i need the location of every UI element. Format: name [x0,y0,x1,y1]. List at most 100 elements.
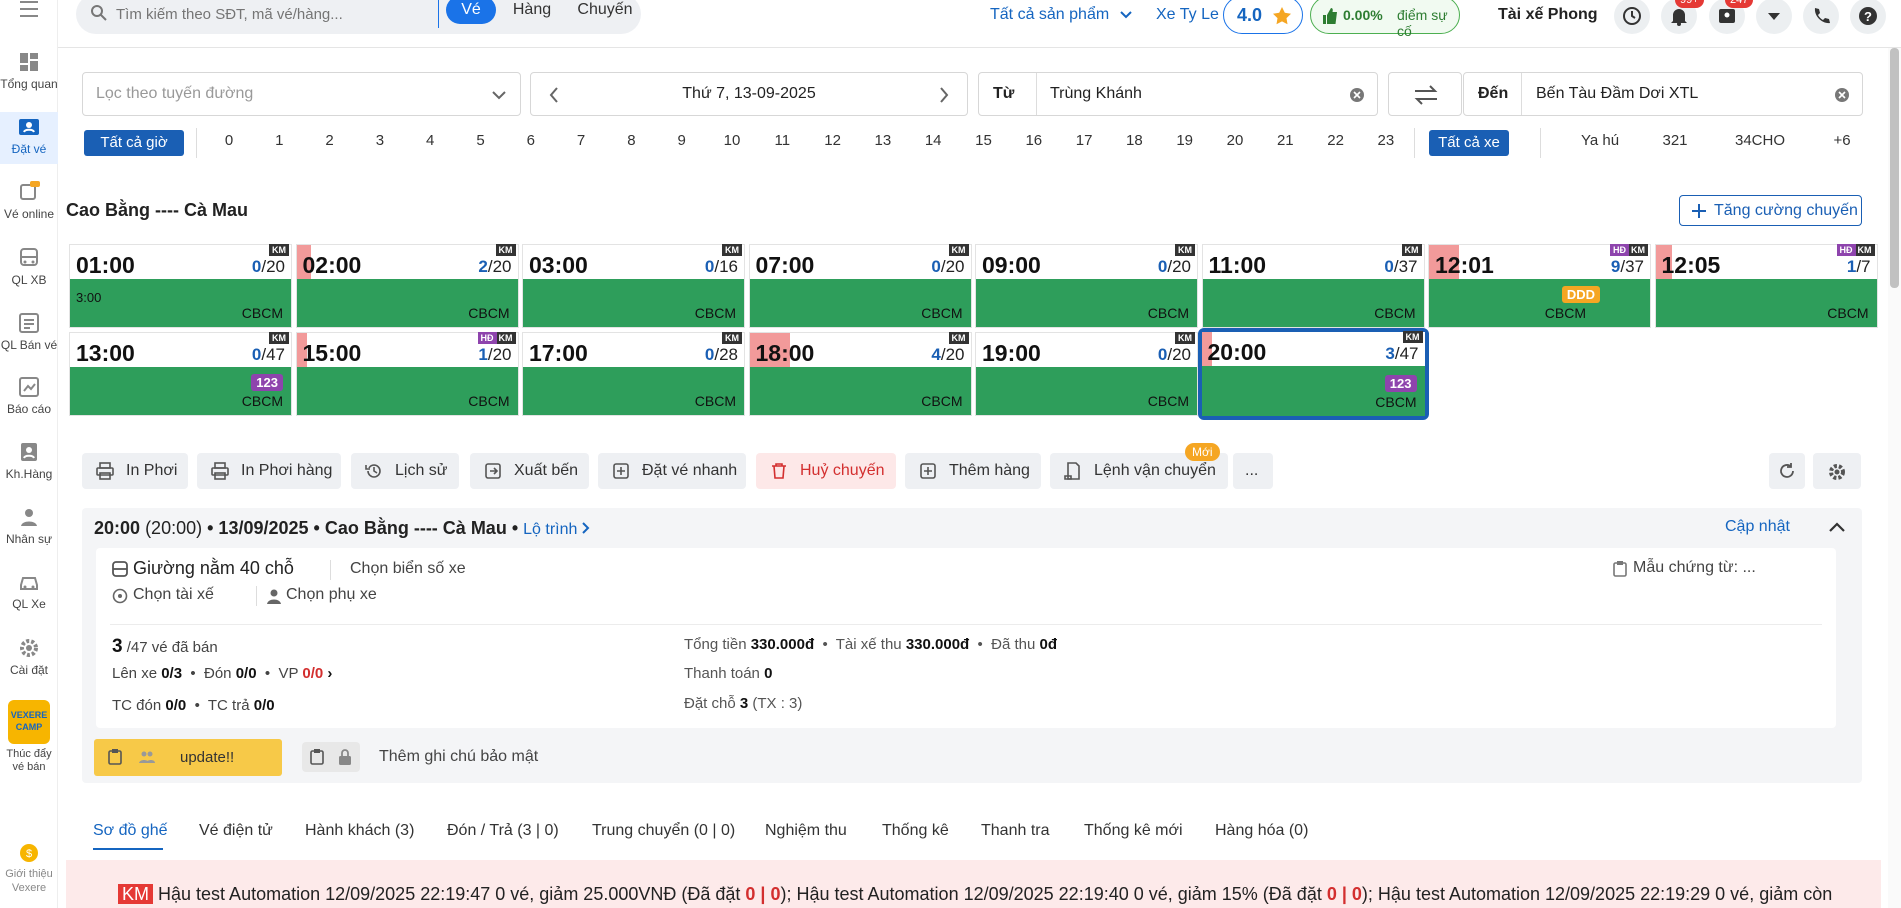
hour-filter-16[interactable]: 16 [1014,132,1054,149]
trip-card-1201[interactable]: KM HĐ 12:01 9/37 DDD CBCM [1428,244,1651,328]
user-name[interactable]: Tài xế Phong [1498,6,1598,24]
hour-filter-7[interactable]: 7 [561,132,601,149]
sidebar-item-customers[interactable]: Kh.Hàng [0,440,58,490]
refresh-button[interactable] [1769,453,1805,489]
tab-goods[interactable]: Hàng [504,0,560,24]
sidebar-item-staff[interactable]: Nhân sự [0,505,58,555]
choose-driver[interactable]: Chọn tài xế [133,586,214,604]
hour-filter-8[interactable]: 8 [611,132,651,149]
hour-filter-22[interactable]: 22 [1316,132,1356,149]
page-scrollbar[interactable] [1888,48,1901,908]
hour-filter-10[interactable]: 10 [712,132,752,149]
hour-filter-23[interactable]: 23 [1366,132,1406,149]
swap-stations-button[interactable] [1388,72,1462,116]
choose-plate[interactable]: Chọn biển số xe [350,560,466,578]
trip-card-1205[interactable]: KM HĐ 12:05 1/7 CBCM [1654,244,1878,328]
hour-filter-18[interactable]: 18 [1114,132,1154,149]
update-link[interactable]: Cập nhật [1725,518,1790,536]
trip-note[interactable]: update!! [94,739,282,776]
hour-filter-1[interactable]: 1 [259,132,299,149]
sidebar-item-reports[interactable]: Báo cáo [0,375,58,425]
search-input[interactable] [116,2,376,26]
trip-card-0900[interactable]: KM 09:00 0/20 CBCM [975,244,1198,328]
tab-2[interactable]: Hành khách (3) [305,822,414,840]
sidebar-item-vehicles[interactable]: QL Xe [0,570,58,620]
history-log-button[interactable]: Lịch sử [351,453,459,489]
messages-button[interactable]: 247 [1709,0,1754,34]
hour-filter-19[interactable]: 19 [1165,132,1205,149]
products-dropdown[interactable]: Tất cả sản phẩm [990,6,1132,24]
clear-icon[interactable] [1349,87,1365,103]
trip-card-1800[interactable]: KM 18:00 4/20 CBCM [748,332,972,416]
help-button[interactable]: ? [1850,0,1886,34]
settings-button[interactable] [1813,453,1861,489]
hour-filter-2[interactable]: 2 [310,132,350,149]
add-secure-note[interactable]: Thêm ghi chú bảo mật [379,748,538,766]
sidebar-item-booking[interactable]: Đặt vé [0,112,58,164]
trip-card-0100[interactable]: KM 01:00 0/20 3:00 CBCM [69,244,292,328]
tab-5[interactable]: Nghiệm thu [765,822,847,840]
tab-7[interactable]: Thanh tra [981,822,1049,840]
hour-filter-9[interactable]: 9 [662,132,702,149]
more-dropdown-button[interactable] [1756,0,1792,34]
choose-assistant[interactable]: Chọn phụ xe [286,586,377,604]
depart-station-button[interactable]: Xuất bến [470,453,589,489]
trip-card-1100[interactable]: KM 11:00 0/37 CBCM [1201,244,1425,328]
hour-filter-0[interactable]: 0 [209,132,249,149]
print-manifest-button[interactable]: In Phơi [82,453,188,489]
tab-0[interactable]: Sơ đồ ghế [93,822,168,840]
tab-trip[interactable]: Chuyến [570,0,640,24]
hour-filter-6[interactable]: 6 [511,132,551,149]
print-goods-manifest-button[interactable]: In Phơi hàng [197,453,341,489]
tab-1[interactable]: Vé điện tử [199,822,273,840]
tab-ticket[interactable]: Vé [446,0,496,24]
history-button[interactable] [1614,0,1650,34]
hour-filter-11[interactable]: 11 [762,132,802,149]
trip-card-1900[interactable]: KM 19:00 0/20 CBCM [975,332,1198,416]
sidebar-item-settings[interactable]: Cài đặt [0,636,58,686]
notifications-button[interactable]: 99+ [1661,0,1704,34]
tab-3[interactable]: Đón / Trả (3 | 0) [447,822,559,840]
vehicle-filter-ya-hu[interactable]: Ya hú [1570,132,1630,149]
boost-trip-button[interactable]: Tăng cường chuyến [1679,195,1862,226]
all-vehicles-button[interactable]: Tất cả xe [1429,130,1509,156]
hour-filter-14[interactable]: 14 [913,132,953,149]
sidebar-item-overview[interactable]: Tổng quan [0,50,58,100]
quick-book-button[interactable]: Đặt vé nhanh [598,453,746,489]
clear-icon[interactable] [1834,87,1850,103]
sidebar-item-ql-xb[interactable]: QL XB [0,246,58,296]
sidebar-item-sales-management[interactable]: QL Bán vé [0,311,58,361]
hamburger-menu-button[interactable] [0,0,58,24]
all-hours-button[interactable]: Tất cả giờ [84,130,184,156]
vehicle-filter-321[interactable]: 321 [1655,132,1695,149]
scrollbar-thumb[interactable] [1890,48,1899,288]
hour-filter-21[interactable]: 21 [1265,132,1305,149]
chevron-up-icon[interactable] [1829,522,1845,532]
trip-card-2000[interactable]: KM 20:00 3/47 123 CBCM [1197,328,1429,420]
hour-filter-12[interactable]: 12 [813,132,853,149]
hour-filter-13[interactable]: 13 [863,132,903,149]
date-picker[interactable]: Thứ 7, 13-09-2025 [530,72,968,116]
hour-filter-5[interactable]: 5 [461,132,501,149]
vehicle-filter-more[interactable]: +6 [1822,132,1862,149]
hour-filter-4[interactable]: 4 [410,132,450,149]
sidebar-item-referral[interactable]: $ Giới thiệu Vexere [0,842,58,908]
rating-pill[interactable]: 4.0 [1223,0,1303,34]
incident-pill[interactable]: 0.00% điểm sự cố [1310,0,1460,39]
trip-card-0200[interactable]: KM 02:00 2/20 CBCM [295,244,519,328]
more-actions-button[interactable]: ... [1233,453,1273,489]
to-station-field[interactable]: Đến Bến Tàu Đầm Dơi XTL [1463,72,1863,116]
trip-card-1500[interactable]: KM HĐ 15:00 1/20 CBCM [295,332,519,416]
hour-filter-17[interactable]: 17 [1064,132,1104,149]
trip-card-1300[interactable]: KM 13:00 0/47 123 CBCM [69,332,292,416]
receipt-template[interactable]: Mẫu chứng từ: ... [1633,559,1756,577]
add-goods-button[interactable]: Thêm hàng [905,453,1041,489]
hour-filter-15[interactable]: 15 [964,132,1004,149]
tab-8[interactable]: Thống kê mới [1084,822,1183,840]
vp-value[interactable]: 0/0 [302,665,323,682]
tab-4[interactable]: Trung chuyển (0 | 0) [592,822,735,840]
hour-filter-3[interactable]: 3 [360,132,400,149]
cancel-trip-button[interactable]: Huỷ chuyến [756,453,896,489]
tab-6[interactable]: Thống kê [882,822,949,840]
vehicle-filter-34cho[interactable]: 34CHO [1725,132,1795,149]
